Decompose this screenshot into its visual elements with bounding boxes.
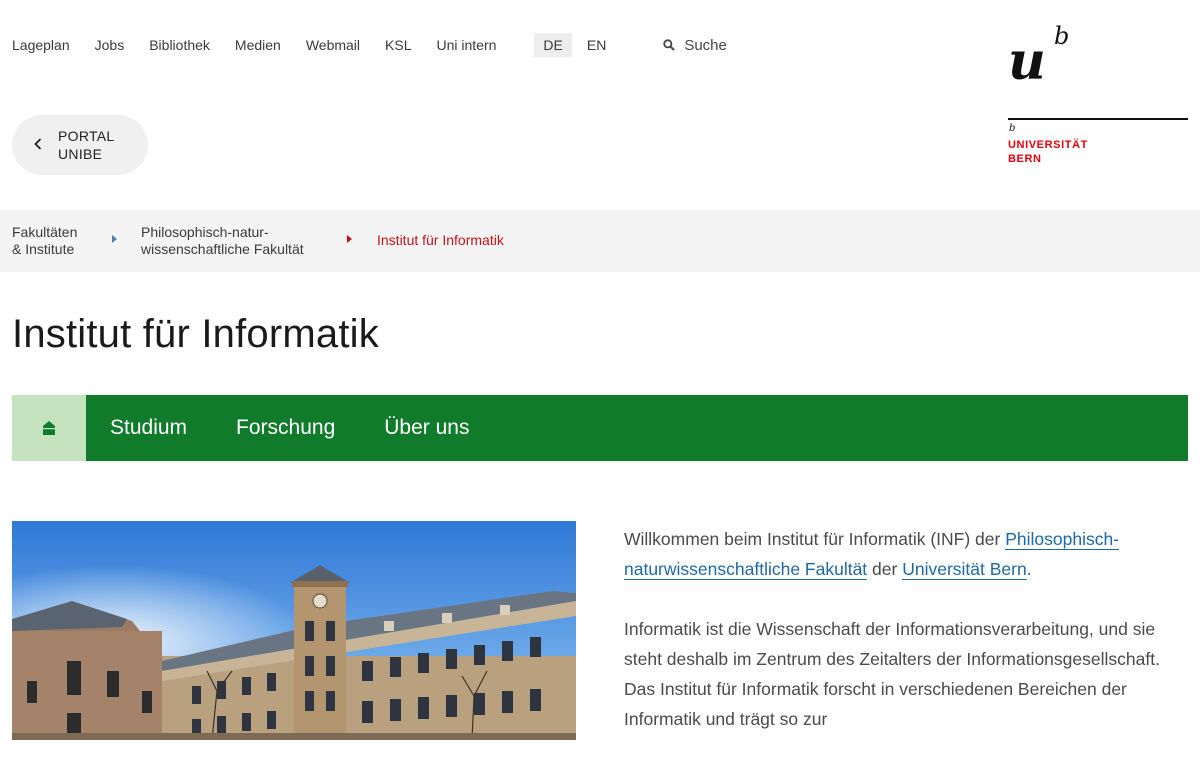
nav-item-studium[interactable]: Studium (110, 416, 187, 440)
nav-link-bibliothek[interactable]: Bibliothek (149, 37, 210, 53)
intro-text: Willkommen beim Institut für Informatik … (624, 524, 1194, 764)
language-en[interactable]: EN (578, 33, 615, 57)
portal-label-line1: PORTAL (58, 128, 115, 144)
intro-text-segment: der (867, 559, 903, 579)
portal-unibe-button[interactable]: PORTAL UNIBE (12, 115, 148, 175)
breadcrumb-item-fakultaeten-line1: Fakultäten (12, 224, 78, 240)
link-universitaet-bern[interactable]: Universität Bern (902, 559, 1027, 580)
nav-link-lageplan[interactable]: Lageplan (12, 37, 70, 53)
logo-b: b (1054, 22, 1070, 50)
logo-small-b: b (1009, 123, 1016, 134)
nav-item-forschung[interactable]: Forschung (236, 416, 335, 440)
portal-label: PORTAL UNIBE (58, 127, 115, 163)
breadcrumb-item-phil-nat-line2: wissenschaftliche Fakultät (141, 241, 304, 257)
nav-link-jobs[interactable]: Jobs (95, 37, 125, 53)
breadcrumb-item-phil-nat[interactable]: Philosophisch-natur- wissenschaftliche F… (141, 224, 304, 258)
portal-label-line2: UNIBE (58, 146, 103, 162)
nav-link-medien[interactable]: Medien (235, 37, 281, 53)
breadcrumb-item-phil-nat-line1: Philosophisch-natur- (141, 224, 269, 240)
home-button[interactable] (12, 395, 86, 461)
logo-u: u (1008, 31, 1046, 92)
language-switcher: DE EN (534, 33, 621, 57)
page-title: Institut für Informatik (12, 312, 379, 356)
intro-text-segment: . (1026, 559, 1032, 579)
building-photo (12, 521, 576, 740)
nav-link-ksl[interactable]: KSL (385, 37, 411, 53)
service-nav: Lageplan Jobs Bibliothek Medien Webmail … (12, 33, 727, 57)
home-icon (43, 421, 55, 435)
logo-line-universitaet: UNIVERSITÄT (1008, 139, 1088, 151)
logo-wordmark: UNIVERSITÄT BERN (1008, 138, 1088, 166)
search-icon (663, 39, 676, 51)
logo-rule (1008, 118, 1188, 120)
search-label: Suche (684, 36, 727, 54)
chevron-left-icon (34, 137, 42, 154)
intro-text-segment: Willkommen beim Institut für Informatik … (624, 529, 1006, 549)
intro-paragraph-2: Informatik ist die Wissenschaft der Info… (624, 619, 1160, 729)
nav-item-ueber-uns[interactable]: Über uns (384, 416, 469, 440)
breadcrumb-current: Institut für Informatik (377, 232, 504, 248)
search-button[interactable]: Suche (663, 37, 727, 54)
breadcrumb-separator-icon (347, 235, 352, 243)
breadcrumb: Fakultäten & Institute Philosophisch-nat… (0, 210, 1200, 272)
nav-link-webmail[interactable]: Webmail (306, 37, 360, 53)
logo-line-bern: BERN (1008, 153, 1042, 165)
intro-paragraph-1: Willkommen beim Institut für Informatik … (624, 524, 1194, 584)
breadcrumb-item-fakultaeten-line2: & Institute (12, 241, 75, 257)
breadcrumb-separator-icon (112, 235, 117, 243)
hero-image (12, 521, 576, 740)
language-de[interactable]: DE (534, 33, 572, 57)
main-nav: Studium Forschung Über uns (12, 395, 1188, 461)
breadcrumb-item-fakultaeten[interactable]: Fakultäten & Institute (12, 224, 77, 258)
nav-link-uni-intern[interactable]: Uni intern (437, 37, 497, 53)
